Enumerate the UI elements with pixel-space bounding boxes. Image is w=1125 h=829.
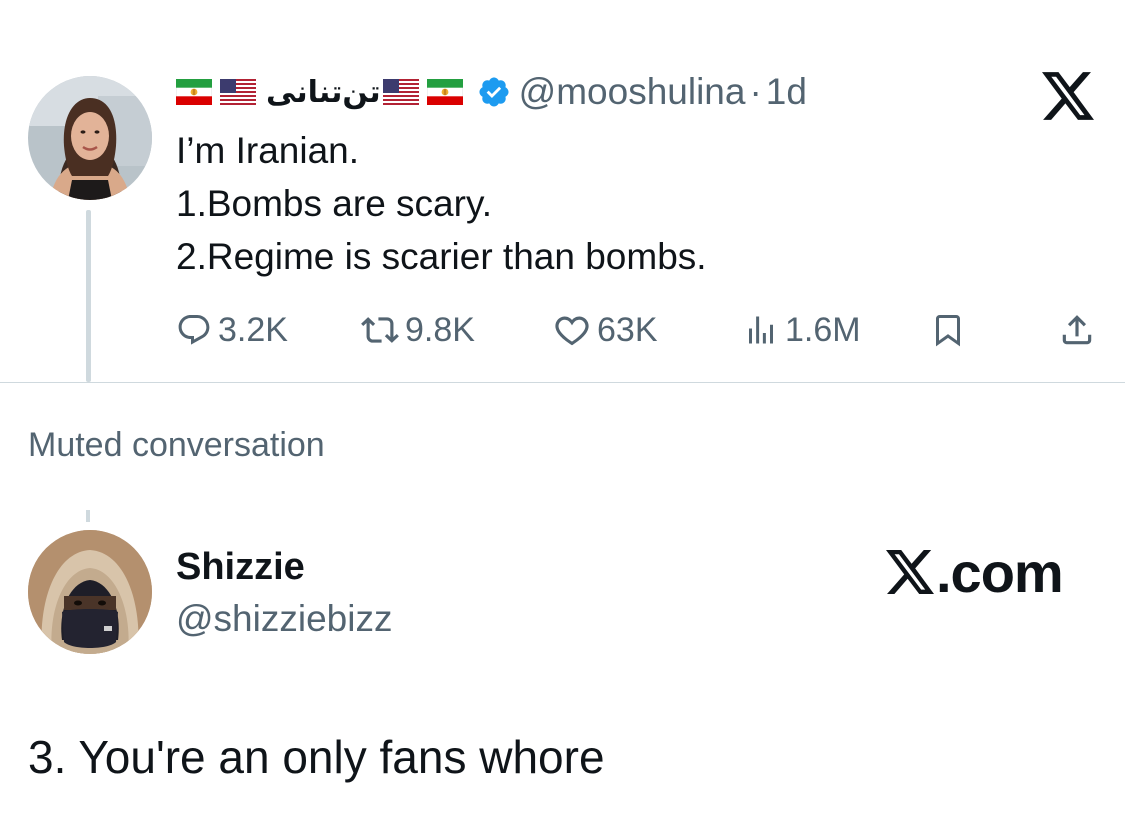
x-com-watermark: .com [886,540,1064,604]
us-flag-icon [220,79,256,105]
like-count: 63K [597,310,658,349]
tweet-actions: 3.2K 9.8K 63K 1.6M [176,305,1101,355]
iran-flag-icon [176,79,212,105]
muted-conversation-label: Muted conversation [28,426,325,464]
verified-badge-icon [477,75,511,109]
reply-button[interactable]: 3.2K [176,305,288,355]
iran-flag-icon [426,79,463,105]
thread-line [86,210,91,382]
username-handle[interactable]: @mooshulina [519,71,746,113]
divider [0,382,1125,383]
username-handle[interactable]: @shizziebizz [176,598,392,640]
watermark-text: .com [936,540,1064,604]
views-count: 1.6M [785,310,861,349]
us-flag-icon [382,79,419,105]
views-icon [749,316,773,344]
share-icon [1062,315,1092,345]
repost-button[interactable]: 9.8K [361,305,475,355]
bookmark-button[interactable] [930,305,972,355]
tweet-text-line: 1.Bombs are scary. [176,183,492,224]
separator-dot: · [749,71,762,112]
reply-text: 3. You're an only fans whore [28,731,605,783]
display-name[interactable]: Shizzie [176,546,305,589]
repost-count: 9.8K [405,310,475,349]
like-icon [555,316,589,346]
bookmark-icon [936,315,960,347]
avatar[interactable] [28,530,152,654]
x-logo-icon [1042,72,1094,120]
reply-icon [178,315,210,345]
reply-count: 3.2K [218,310,288,349]
display-name[interactable]: تن‌تنانی [266,75,381,110]
avatar[interactable] [28,76,152,200]
like-button[interactable]: 63K [553,305,658,355]
x-logo-icon [886,550,934,594]
tweet-text-line: I’m Iranian. [176,130,360,171]
repost-icon [361,317,399,343]
views-button[interactable]: 1.6M [743,305,861,355]
tweet-header: تن‌تنانی @mooshulina · 1d [176,70,807,114]
tweet-text-line: 2.Regime is scarier than bombs. [176,236,707,277]
thread-line [86,510,90,522]
timestamp[interactable]: 1d [766,71,807,113]
share-button[interactable] [1058,305,1102,355]
